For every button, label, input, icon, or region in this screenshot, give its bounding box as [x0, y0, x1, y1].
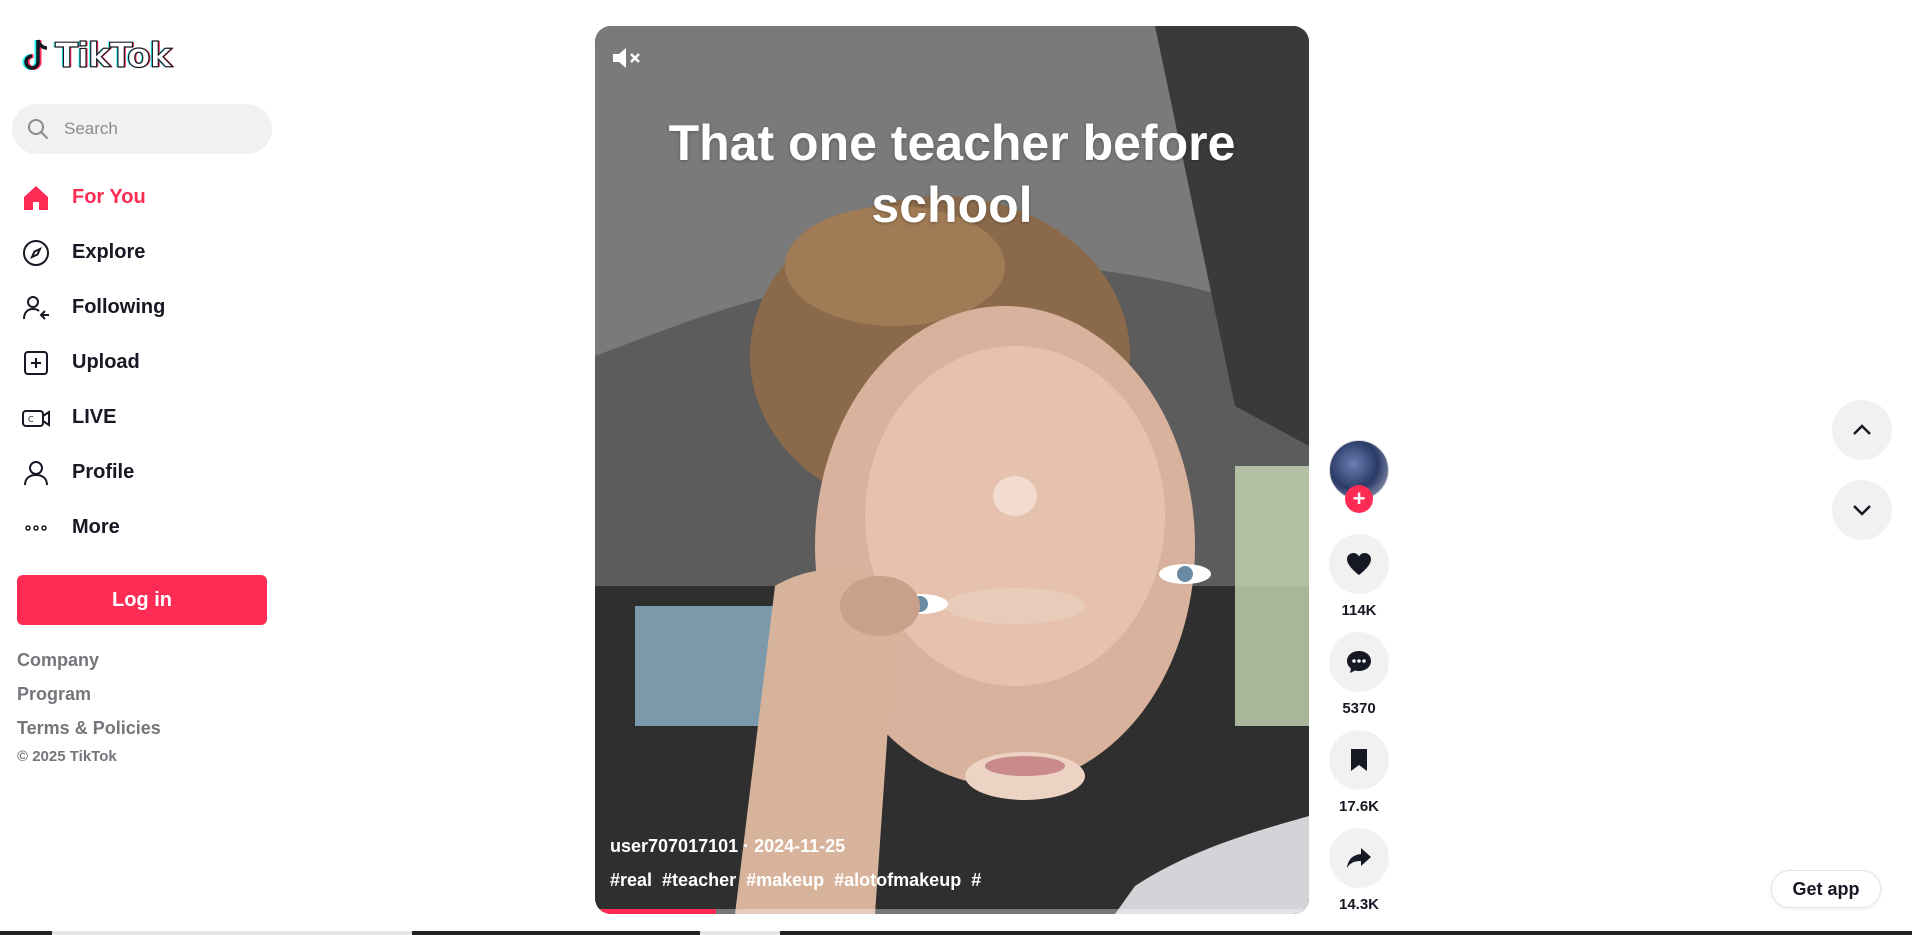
nav-item-explore[interactable]: Explore [18, 225, 165, 280]
taskbar-strip [0, 931, 1912, 935]
compass-icon [18, 235, 54, 271]
nav-item-for-you[interactable]: For You [18, 170, 165, 225]
comment-icon [1347, 651, 1371, 673]
share-count: 14.3K [1338, 896, 1380, 913]
nav-item-profile[interactable]: Profile [18, 445, 165, 500]
get-app-button[interactable]: Get app [1771, 870, 1881, 908]
save-count: 17.6K [1338, 798, 1380, 815]
nav-item-following[interactable]: Following [18, 280, 165, 335]
hashtag-link[interactable]: # [971, 870, 981, 891]
hashtag-link[interactable]: #teacher [662, 870, 736, 891]
previous-video-button[interactable] [1832, 400, 1892, 460]
like-button[interactable] [1329, 534, 1389, 594]
save-action: 17.6K [1329, 730, 1389, 815]
like-action: 114K [1329, 534, 1389, 619]
video-tags: #real #teacher #makeup #alotofmakeup # [610, 870, 981, 891]
login-button[interactable]: Log in [17, 575, 267, 625]
taskbar-segment [52, 931, 412, 935]
search-icon [28, 119, 48, 139]
next-video-button[interactable] [1832, 480, 1892, 540]
chevron-up-icon [1853, 424, 1871, 435]
nav-label: Explore [72, 241, 146, 263]
nav-label: More [72, 516, 120, 538]
search-input[interactable] [62, 118, 256, 140]
logo-text: TikTok [54, 35, 172, 76]
home-icon [18, 180, 54, 216]
hashtag-link[interactable]: #alotofmakeup [834, 870, 961, 891]
video-author-date[interactable]: user707017101 · 2024-11-25 [610, 836, 845, 857]
nav-label: For You [72, 186, 146, 208]
action-rail: + 114K 5370 17.6K 14.3K [1329, 440, 1389, 913]
following-icon [18, 290, 54, 326]
copyright: © 2025 TikTok [17, 748, 117, 765]
share-icon [1347, 848, 1371, 868]
chevron-down-icon [1853, 505, 1871, 516]
footer-links: Company Program Terms & Policies [17, 648, 161, 750]
hashtag-link[interactable]: #real [610, 870, 652, 891]
upload-icon [18, 345, 54, 381]
tiktok-note-icon [22, 39, 48, 70]
profile-icon [18, 455, 54, 491]
hashtag-link[interactable]: #makeup [746, 870, 824, 891]
footer-link-terms[interactable]: Terms & Policies [17, 716, 161, 750]
nav-label: Profile [72, 461, 135, 483]
video-player[interactable]: That one teacher before school user70701… [595, 26, 1309, 914]
taskbar-segment [700, 931, 780, 935]
tiktok-logo[interactable]: TikTok [21, 35, 173, 77]
video-progress-bar[interactable] [595, 909, 1309, 914]
nav-item-upload[interactable]: Upload [18, 335, 165, 390]
live-icon: C [18, 400, 54, 436]
bookmark-icon [1351, 749, 1367, 771]
sidebar-nav: For You Explore Following Upload C LIVE … [18, 170, 165, 555]
footer-link-company[interactable]: Company [17, 648, 161, 682]
follow-plus-icon[interactable]: + [1345, 485, 1373, 513]
nav-label: Upload [72, 351, 140, 373]
video-progress-fill [595, 909, 717, 914]
svg-text:C: C [28, 415, 34, 424]
share-action: 14.3K [1329, 828, 1389, 913]
nav-item-more[interactable]: More [18, 500, 165, 555]
more-icon [18, 510, 54, 546]
video-caption: That one teacher before school [668, 115, 1236, 233]
nav-item-live[interactable]: C LIVE [18, 390, 165, 445]
comment-action: 5370 [1329, 632, 1389, 717]
comment-count: 5370 [1342, 700, 1376, 717]
like-count: 114K [1341, 602, 1377, 619]
search-bar[interactable] [12, 104, 272, 154]
footer-link-program[interactable]: Program [17, 682, 161, 716]
mute-icon[interactable] [610, 44, 644, 72]
heart-icon [1347, 553, 1371, 575]
nav-label: LIVE [72, 406, 117, 428]
comment-button[interactable] [1329, 632, 1389, 692]
share-button[interactable] [1329, 828, 1389, 888]
nav-label: Following [72, 296, 166, 318]
save-button[interactable] [1329, 730, 1389, 790]
author-avatar[interactable]: + [1329, 440, 1389, 513]
